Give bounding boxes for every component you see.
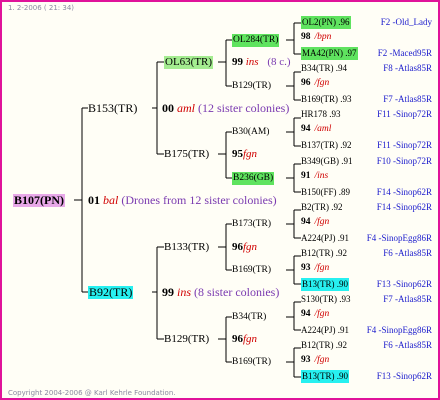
gen5-mating: 98/bpn <box>301 31 331 44</box>
gen5-mating-year: 94 <box>301 124 311 134</box>
gen5-bee[interactable]: OL2(PN) .96 <box>301 16 351 29</box>
gen5-bee[interactable]: B12(TR) .92 <box>301 339 347 352</box>
gen2-bee-2[interactable]: B92(TR) <box>88 286 134 299</box>
root-bee[interactable]: B107(PN) <box>13 194 65 207</box>
gen5-mating-year: 94 <box>301 217 311 227</box>
gen5-bee[interactable]: B169(TR) .93 <box>301 93 352 106</box>
gen4-bee-3[interactable]: B30(AM) <box>232 126 269 139</box>
gen2-bee-1[interactable]: B153(TR) <box>88 102 137 115</box>
gen5-mating-year: 91 <box>301 171 311 181</box>
gen5-mating-year: 93 <box>301 263 311 273</box>
gen5-bee[interactable]: B13(TR) .90 <box>301 278 349 291</box>
gen3-bee-1[interactable]: OL63(TR) <box>164 56 214 69</box>
gen5-line: F10 -Sinop72R <box>376 156 432 166</box>
gen5-mating-year: 94 <box>301 309 311 319</box>
gen3-bee-4[interactable]: B129(TR) <box>164 333 209 346</box>
gen5-line: F11 -Sinop72R <box>377 109 432 119</box>
gen5-mating-code: /fgn <box>314 217 330 227</box>
mating-year: 01 <box>88 193 100 207</box>
gen3-bee-3[interactable]: B133(TR) <box>164 241 209 254</box>
gen5-line: F2 -Maced95R <box>377 48 432 58</box>
gen3-mating-4: 96fgn <box>232 333 258 345</box>
gen5-line: F11 -Sinop72R <box>377 140 432 150</box>
gen5-mating: 94/aml <box>301 123 331 136</box>
gen4-bee-6[interactable]: B169(TR) <box>232 264 271 277</box>
gen5-mating: 93/fgn <box>301 262 329 275</box>
gen5-mating-code: /fgn <box>314 309 330 319</box>
gen4-bee-7[interactable]: B34(TR) <box>232 311 266 324</box>
gen5-bee[interactable]: B34(TR) .94 <box>301 62 347 75</box>
gen3-bee-2[interactable]: B175(TR) <box>164 148 209 161</box>
mating-note: (Drones from 12 sister colonies) <box>121 193 277 207</box>
gen5-line: F4 -SinopEgg86R <box>366 233 432 243</box>
gen5-mating: 91/ins <box>301 170 328 183</box>
gen5-bee[interactable]: A224(PJ) .91 <box>301 324 349 337</box>
gen5-line: F2 -Old_Lady <box>380 17 432 27</box>
gen5-mating-code: /fgn <box>314 263 330 273</box>
gen5-line: F4 -SinopEgg86R <box>366 325 432 335</box>
footer-copyright: Copyright 2004-2006 @ Karl Kehrle Founda… <box>8 389 176 397</box>
gen3-mating-1: 99 ins (8 c.) <box>232 56 291 68</box>
gen5-line: F6 -Atlas85R <box>383 340 432 350</box>
gen5-mating-code: /fgn <box>314 78 330 88</box>
gen5-bee[interactable]: B150(FF) .89 <box>301 186 350 199</box>
gen4-bee-2[interactable]: B129(TR) <box>232 80 271 93</box>
gen5-line: F13 -Sinop62R <box>376 279 432 289</box>
gen4-bee-4[interactable]: B236(GB) <box>232 172 275 185</box>
gen5-line: F6 -Atlas85R <box>383 248 432 258</box>
gen3-mating-3: 96fgn <box>232 241 258 253</box>
gen5-bee[interactable]: B2(TR) .92 <box>301 201 343 214</box>
gen5-mating-code: /ins <box>314 171 329 181</box>
gen5-bee[interactable]: B349(GB) .91 <box>301 155 353 168</box>
gen5-line: F14 -Sinop62R <box>376 187 432 197</box>
root-mating: 01 bal (Drones from 12 sister colonies) <box>88 194 277 207</box>
gen5-bee[interactable]: B137(TR) .92 <box>301 139 352 152</box>
gen5-line: F14 -Sinop62R <box>376 202 432 212</box>
gen5-mating-code: /fgn <box>314 355 330 365</box>
gen5-bee[interactable]: A224(PJ) .91 <box>301 232 349 245</box>
gen4-bee-1[interactable]: OL284(TR) <box>232 34 280 47</box>
gen5-mating-code: /bpn <box>314 32 332 42</box>
pedigree-frame: 1. 2-2006 ( 21: 34) B107(PN) 01 bal (Dro… <box>0 0 440 400</box>
gen5-bee[interactable]: S130(TR) .93 <box>301 293 351 306</box>
mating-code: bal <box>103 193 119 207</box>
gen5-line: F7 -Atlas85R <box>383 294 432 304</box>
gen5-mating-year: 96 <box>301 78 311 88</box>
gen5-bee[interactable]: B12(TR) .92 <box>301 247 347 260</box>
gen5-line: F7 -Atlas85R <box>383 94 432 104</box>
gen5-mating: 93/fgn <box>301 354 329 367</box>
gen5-mating-year: 93 <box>301 355 311 365</box>
gen5-bee[interactable]: MA42(PN) .97 <box>301 47 358 60</box>
gen4-bee-8[interactable]: B169(TR) <box>232 356 271 369</box>
gen5-mating-code: /aml <box>314 124 332 134</box>
gen5-mating-year: 98 <box>301 32 311 42</box>
gen5-mating: 94/fgn <box>301 216 329 229</box>
gen5-line: F8 -Atlas85R <box>383 63 432 73</box>
gen5-bee[interactable]: HR178 .93 <box>301 108 341 121</box>
gen4-bee-5[interactable]: B173(TR) <box>232 218 271 231</box>
gen5-bee[interactable]: B13(TR) .90 <box>301 370 349 383</box>
gen5-mating: 94/fgn <box>301 308 329 321</box>
gen2-mating-1: 00 aml (12 sister colonies) <box>162 101 290 115</box>
gen2-mating-2: 99 ins (8 sister colonies) <box>162 285 280 299</box>
gen5-mating: 96/fgn <box>301 77 329 90</box>
gen5-line: F13 -Sinop62R <box>376 371 432 381</box>
gen3-mating-2: 95fgn <box>232 148 258 160</box>
